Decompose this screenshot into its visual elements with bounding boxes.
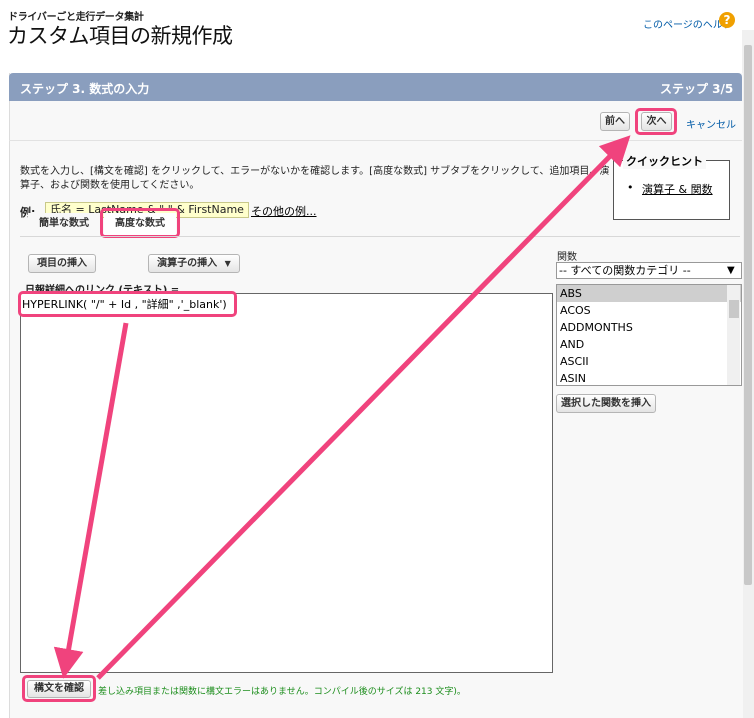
annotation-arrows [53,135,631,680]
arrow-to-next-button [96,135,631,680]
arrow-to-check-syntax [53,322,129,679]
